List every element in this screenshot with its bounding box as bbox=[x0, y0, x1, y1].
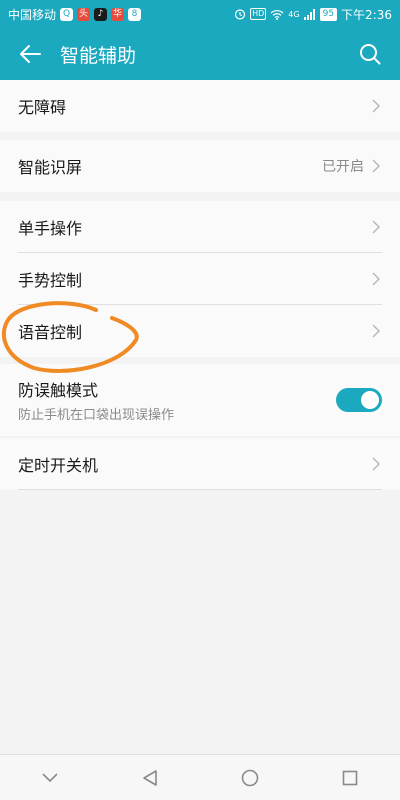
huawei-app-icon: 华 bbox=[111, 7, 125, 21]
settings-group-2: 智能识屏 已开启 bbox=[0, 140, 400, 192]
notification-app-icon: Q bbox=[60, 7, 74, 21]
row-description: 防止手机在口袋出现误操作 bbox=[18, 408, 175, 423]
divider bbox=[18, 489, 382, 490]
pocket-mode-row[interactable]: 防误触模式 防止手机在口袋出现误操作 bbox=[0, 364, 400, 436]
settings-group-1: 无障碍 bbox=[0, 80, 400, 132]
accessibility-row[interactable]: 无障碍 bbox=[0, 80, 400, 132]
row-label: 语音控制 bbox=[18, 323, 83, 342]
nav-back-button[interactable] bbox=[130, 758, 170, 798]
search-icon bbox=[360, 44, 381, 65]
row-texts: 防误触模式 防止手机在口袋出现误操作 bbox=[18, 377, 336, 423]
chevron-right-icon bbox=[372, 323, 382, 339]
back-button[interactable] bbox=[0, 28, 60, 80]
scheduled-power-row[interactable]: 定时开关机 bbox=[0, 438, 400, 490]
signal-icon bbox=[303, 8, 315, 20]
smart-screen-row[interactable]: 智能识屏 已开启 bbox=[0, 140, 400, 192]
status-left: 中国移动 Q 头 ♪ 华 8 bbox=[8, 6, 142, 23]
chevron-right-icon bbox=[372, 98, 382, 114]
chevron-right-icon bbox=[372, 158, 382, 174]
app-bar: 智能辅助 bbox=[0, 28, 400, 80]
network-type: 4G bbox=[288, 9, 300, 19]
settings-group-3: 单手操作 手势控制 语音控制 bbox=[0, 201, 400, 357]
status-right: HD 4G 95 下午2:36 bbox=[234, 6, 392, 23]
circle-home-icon bbox=[241, 769, 259, 786]
chevron-right-icon bbox=[372, 271, 382, 287]
row-label: 防误触模式 bbox=[18, 381, 99, 400]
row-label: 定时开关机 bbox=[18, 456, 99, 475]
nav-home-button[interactable] bbox=[230, 758, 270, 798]
alarm-icon bbox=[235, 9, 246, 20]
system-nav-bar bbox=[0, 754, 400, 800]
carrier-label: 中国移动 bbox=[8, 7, 57, 22]
status-time: 下午2:36 bbox=[341, 7, 392, 22]
battery-level: 95 bbox=[319, 7, 338, 21]
row-label: 智能识屏 bbox=[18, 158, 83, 177]
page-title: 智能辅助 bbox=[60, 44, 137, 67]
row-label: 手势控制 bbox=[18, 271, 83, 290]
arrow-left-icon bbox=[20, 45, 41, 63]
one-hand-row[interactable]: 单手操作 bbox=[0, 201, 400, 253]
chevron-right-icon bbox=[372, 219, 382, 235]
chevron-down-icon bbox=[42, 772, 58, 782]
hd-badge: HD bbox=[250, 8, 267, 20]
triangle-back-icon bbox=[143, 769, 157, 786]
settings-group-4: 防误触模式 防止手机在口袋出现误操作 bbox=[0, 364, 400, 436]
settings-group-5: 定时开关机 bbox=[0, 438, 400, 490]
wifi-icon bbox=[270, 9, 284, 20]
notification-8-icon: 8 bbox=[128, 7, 142, 21]
voice-control-row[interactable]: 语音控制 bbox=[0, 305, 400, 357]
toutiao-icon: 头 bbox=[77, 7, 91, 21]
status-bar: 中国移动 Q 头 ♪ 华 8 HD 4G 95 下午2:36 bbox=[0, 0, 400, 28]
tiktok-icon: ♪ bbox=[94, 7, 108, 21]
row-label: 无障碍 bbox=[18, 98, 67, 117]
search-button[interactable] bbox=[340, 28, 400, 80]
gesture-row[interactable]: 手势控制 bbox=[0, 253, 400, 305]
pocket-mode-toggle[interactable] bbox=[336, 388, 382, 412]
chevron-right-icon bbox=[372, 456, 382, 472]
nav-collapse-button[interactable] bbox=[30, 758, 70, 798]
nav-recents-button[interactable] bbox=[330, 758, 370, 798]
toggle-knob bbox=[361, 391, 379, 409]
row-label: 单手操作 bbox=[18, 219, 83, 238]
row-value: 已开启 bbox=[322, 159, 364, 175]
square-recents-icon bbox=[342, 770, 358, 785]
